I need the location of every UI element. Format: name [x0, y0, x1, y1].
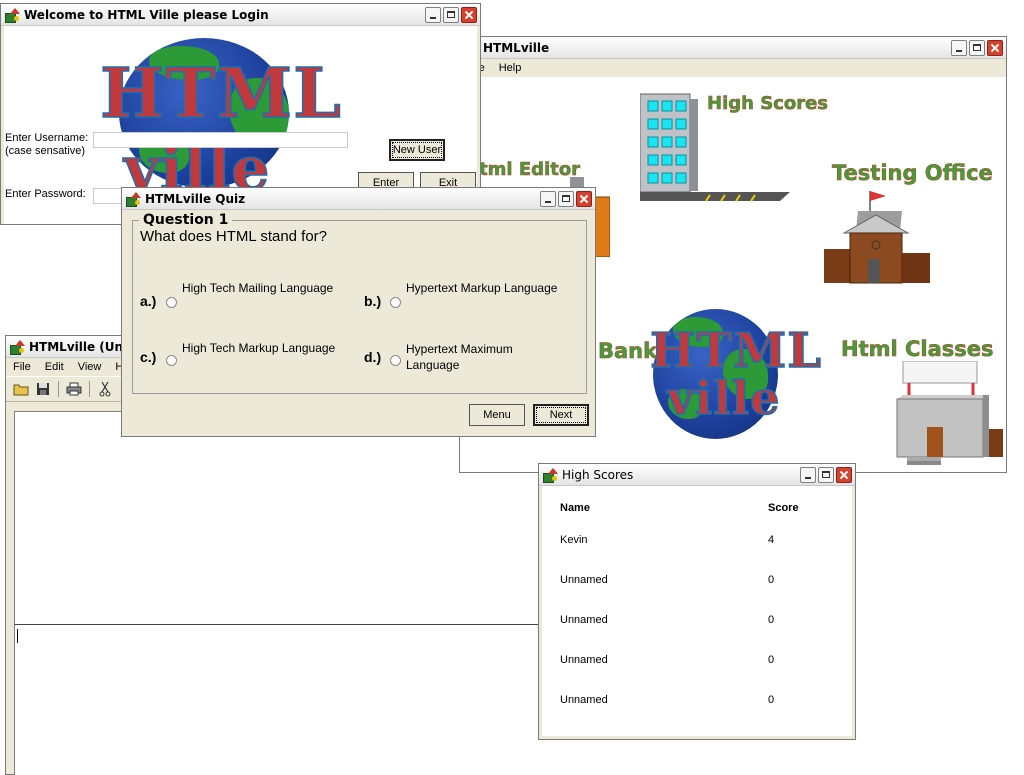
username-label: Enter Username:	[5, 132, 89, 144]
main-title: HTMLville	[483, 40, 550, 55]
table-row: Unnamed 0	[560, 694, 832, 710]
row-name: Kevin	[560, 534, 588, 546]
quiz-title: HTMLville Quiz	[145, 191, 246, 206]
maximize-button[interactable]	[818, 466, 834, 483]
close-button[interactable]	[576, 190, 592, 207]
username-hint: (case sensative)	[5, 145, 86, 157]
option-d-radio[interactable]	[390, 355, 401, 366]
option-c-key: c.)	[140, 349, 157, 365]
cut-icon[interactable]	[96, 380, 114, 398]
option-d-key: d.)	[364, 349, 382, 365]
option-c-text: High Tech Markup Language	[182, 341, 336, 355]
main-titlebar[interactable]: HTMLville	[460, 37, 1006, 59]
close-button[interactable]	[836, 466, 852, 483]
table-row: Unnamed 0	[560, 654, 832, 670]
login-titlebar[interactable]: Welcome to HTML Ville please Login	[1, 4, 480, 26]
option-b-radio[interactable]	[390, 297, 401, 308]
high-scores-window: High Scores Name Score Kevin 4 Unnamed 0…	[538, 463, 856, 740]
html-classes-building[interactable]	[893, 360, 1003, 469]
main-menubar: File Help	[460, 59, 1006, 77]
menu-button[interactable]: Menu	[469, 404, 525, 426]
question-text: What does HTML stand for?	[140, 228, 328, 245]
toolbar-separator	[89, 381, 90, 397]
row-score: 0	[768, 614, 775, 626]
option-d-text: Hypertext Maximum Language	[406, 342, 513, 372]
option-b[interactable]: b.) Hypertext Markup Language	[364, 277, 584, 317]
new-user-button[interactable]: New User	[389, 139, 445, 161]
testing-office-building[interactable]	[820, 189, 935, 289]
row-name: Unnamed	[560, 654, 608, 666]
row-score: 4	[768, 534, 775, 546]
row-score: 0	[768, 694, 775, 706]
row-score: 0	[768, 654, 775, 666]
maximize-button[interactable]	[443, 6, 459, 23]
high-scores-titlebar[interactable]: High Scores	[539, 464, 855, 486]
option-d[interactable]: d.) Hypertext Maximum Language	[364, 337, 584, 377]
app-icon	[542, 467, 558, 483]
row-name: Unnamed	[560, 614, 608, 626]
row-score: 0	[768, 574, 775, 586]
close-button[interactable]	[987, 39, 1003, 56]
main-menu-help[interactable]: Help	[499, 62, 522, 74]
editor-text-area[interactable]	[14, 625, 575, 775]
high-scores-label[interactable]: High Scores	[707, 93, 829, 115]
table-row: Unnamed 0	[560, 614, 832, 630]
main-logo-ville: ville	[666, 370, 781, 426]
option-a-key: a.)	[140, 293, 157, 309]
open-folder-icon[interactable]	[12, 380, 30, 398]
minimize-button[interactable]	[800, 466, 816, 483]
testing-office-label[interactable]: Testing Office	[832, 161, 993, 186]
save-icon[interactable]	[34, 380, 52, 398]
table-row: Kevin 4	[560, 534, 832, 550]
minimize-button[interactable]	[540, 190, 556, 207]
score-column-header: Score	[768, 502, 799, 514]
question-label: Question 1	[139, 212, 233, 228]
question-group: Question 1 What does HTML stand for? a.)…	[132, 212, 587, 394]
option-c-radio[interactable]	[166, 355, 177, 366]
close-button[interactable]	[461, 6, 477, 23]
html-editor-label[interactable]: Html Editor	[464, 159, 581, 181]
option-b-text: Hypertext Markup Language	[406, 281, 558, 295]
option-a-radio[interactable]	[166, 297, 177, 308]
login-title: Welcome to HTML Ville please Login	[24, 7, 269, 22]
editor-menu-view[interactable]: View	[78, 361, 102, 373]
login-logo-html: HTML	[99, 53, 342, 135]
name-column-header: Name	[560, 502, 590, 514]
table-row: Unnamed 0	[560, 574, 832, 590]
option-c[interactable]: c.) High Tech Markup Language	[140, 337, 360, 377]
bank-label[interactable]: Bank	[598, 339, 658, 364]
option-a[interactable]: a.) High Tech Mailing Language	[140, 277, 360, 317]
app-icon	[4, 7, 20, 23]
maximize-button[interactable]	[558, 190, 574, 207]
quiz-window: HTMLville Quiz Question 1 What does HTML…	[121, 187, 596, 437]
minimize-button[interactable]	[425, 6, 441, 23]
editor-menu-file[interactable]: File	[13, 361, 31, 373]
table-header: Name Score	[560, 502, 832, 518]
minimize-button[interactable]	[951, 39, 967, 56]
password-label: Enter Password:	[5, 188, 86, 200]
toolbar-separator	[58, 381, 59, 397]
app-icon	[125, 191, 141, 207]
option-b-key: b.)	[364, 293, 382, 309]
print-icon[interactable]	[65, 380, 83, 398]
text-caret	[17, 629, 18, 643]
html-classes-label[interactable]: Html Classes	[841, 337, 994, 362]
high-scores-title: High Scores	[562, 467, 634, 482]
option-a-text: High Tech Mailing Language	[182, 281, 334, 295]
maximize-button[interactable]	[969, 39, 985, 56]
row-name: Unnamed	[560, 574, 608, 586]
username-input[interactable]	[93, 132, 348, 148]
editor-menu-edit[interactable]: Edit	[45, 361, 64, 373]
quiz-titlebar[interactable]: HTMLville Quiz	[122, 188, 595, 210]
next-button[interactable]: Next	[533, 404, 589, 426]
app-icon	[9, 339, 25, 355]
row-name: Unnamed	[560, 694, 608, 706]
high-scores-table: Name Score Kevin 4 Unnamed 0 Unnamed 0 U…	[542, 486, 852, 736]
